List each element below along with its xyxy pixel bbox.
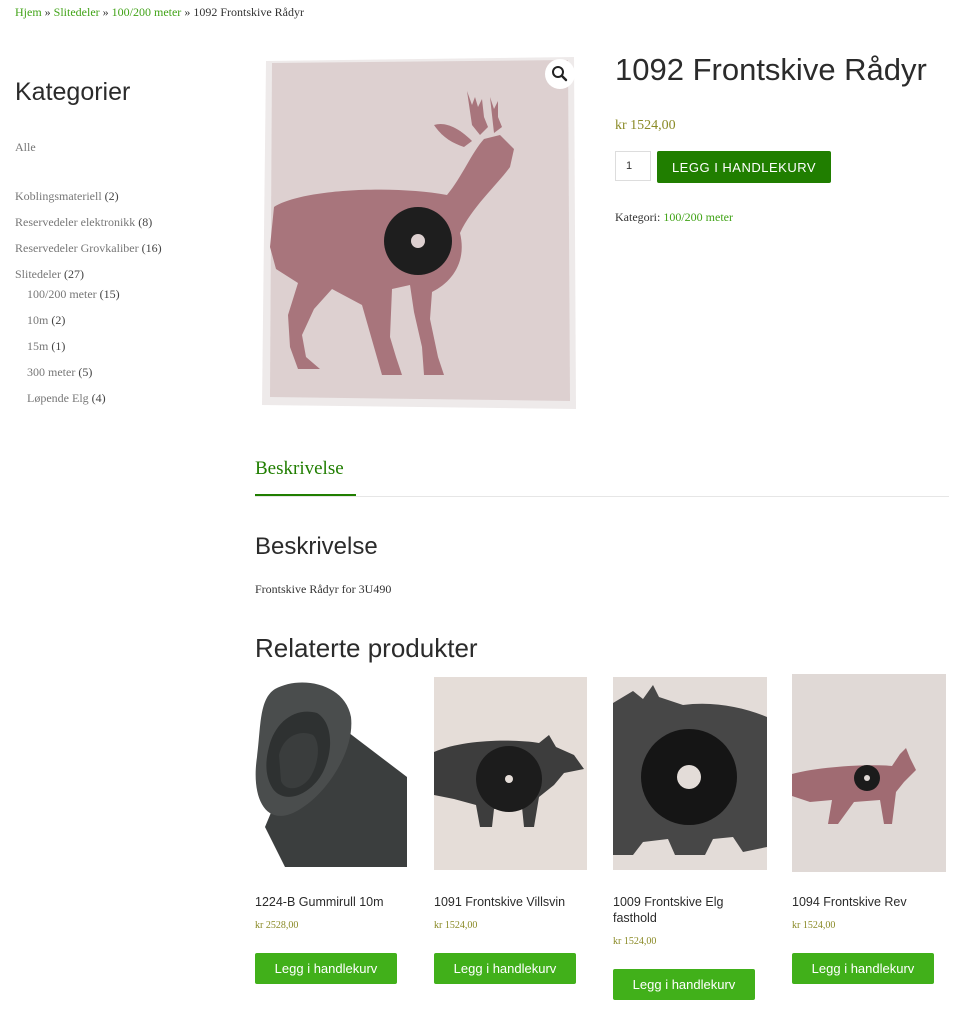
magnifier-icon bbox=[552, 66, 568, 82]
related-add-to-cart-button[interactable]: Legg i handlekurv bbox=[255, 953, 397, 984]
category-count: (1) bbox=[51, 339, 66, 353]
category-link[interactable]: Løpende Elg bbox=[27, 391, 89, 405]
related-add-to-cart-button[interactable]: Legg i handlekurv bbox=[613, 969, 755, 1000]
category-count: (2) bbox=[51, 313, 66, 327]
category-count: (15) bbox=[99, 287, 120, 301]
category-count: (8) bbox=[138, 215, 153, 229]
related-add-to-cart-button[interactable]: Legg i handlekurv bbox=[434, 953, 576, 984]
related-product-price: kr 1524,00 bbox=[792, 920, 836, 931]
category-item-reservedeler-grovkaliber[interactable]: Reservedeler Grovkaliber (16) bbox=[15, 240, 245, 266]
category-count: (2) bbox=[104, 189, 119, 203]
related-product-name[interactable]: 1224-B Gummirull 10m bbox=[255, 894, 384, 910]
related-product-price: kr 1524,00 bbox=[613, 936, 657, 947]
description-text: Frontskive Rådyr for 3U490 bbox=[255, 582, 392, 596]
description-heading: Beskrivelse bbox=[255, 533, 378, 560]
category-all-link[interactable]: Alle bbox=[15, 140, 36, 155]
category-item-100-200-meter[interactable]: 100/200 meter (15) bbox=[15, 286, 245, 312]
category-count: (5) bbox=[78, 365, 93, 379]
category-link[interactable]: Koblingsmateriell bbox=[15, 189, 102, 203]
category-meta-link[interactable]: 100/200 meter bbox=[663, 210, 733, 224]
category-item-reservedeler-elektronikk[interactable]: Reservedeler elektronikk (8) bbox=[15, 214, 245, 240]
breadcrumb-separator: » bbox=[184, 5, 191, 19]
category-item-lopende-elg[interactable]: Løpende Elg (4) bbox=[15, 390, 245, 416]
category-item-15m[interactable]: 15m (1) bbox=[15, 338, 245, 364]
category-link[interactable]: 10m bbox=[27, 313, 48, 327]
tabs-divider bbox=[255, 496, 949, 497]
zoom-button[interactable] bbox=[545, 59, 575, 89]
category-count: (4) bbox=[91, 391, 106, 405]
category-link[interactable]: 300 meter bbox=[27, 365, 75, 379]
product-image-roe-deer-target[interactable] bbox=[262, 57, 576, 409]
related-product-price: kr 1524,00 bbox=[434, 920, 478, 931]
product-thumb-rubber-roll[interactable] bbox=[255, 677, 407, 867]
breadcrumb-current: 1092 Frontskive Rådyr bbox=[193, 5, 304, 19]
related-product-price: kr 2528,00 bbox=[255, 920, 299, 931]
related-add-to-cart-button[interactable]: Legg i handlekurv bbox=[792, 953, 934, 984]
category-list: Koblingsmateriell (2) Reservedeler elekt… bbox=[15, 188, 245, 416]
category-link[interactable]: Reservedeler Grovkaliber bbox=[15, 241, 139, 255]
category-link[interactable]: 100/200 meter bbox=[27, 287, 97, 301]
breadcrumb-100-200-meter[interactable]: 100/200 meter bbox=[112, 5, 182, 19]
category-count: (27) bbox=[63, 267, 84, 281]
category-sidebar: Kategorier Alle Koblingsmateriell (2) Re… bbox=[15, 78, 235, 405]
category-item-10m[interactable]: 10m (2) bbox=[15, 312, 245, 338]
sidebar-title: Kategorier bbox=[15, 78, 131, 106]
category-link[interactable]: 15m bbox=[27, 339, 48, 353]
category-item-300-meter[interactable]: 300 meter (5) bbox=[15, 364, 245, 390]
breadcrumb-home[interactable]: Hjem bbox=[15, 5, 42, 19]
related-products-heading: Relaterte produkter bbox=[255, 633, 478, 663]
related-product-name[interactable]: 1009 Frontskive Elg fasthold bbox=[613, 894, 743, 926]
add-to-cart-button[interactable]: LEGG I HANDLEKURV bbox=[657, 151, 831, 183]
breadcrumb-slitedeler[interactable]: Slitedeler bbox=[54, 5, 100, 19]
related-product-name[interactable]: 1091 Frontskive Villsvin bbox=[434, 894, 565, 910]
product-title: 1092 Frontskive Rådyr bbox=[615, 52, 927, 87]
tab-beskrivelse[interactable]: Beskrivelse bbox=[255, 458, 344, 480]
category-meta-label: Kategori: bbox=[615, 210, 661, 224]
breadcrumb-separator: » bbox=[102, 5, 109, 19]
category-link[interactable]: Slitedeler bbox=[15, 267, 61, 281]
product-category-meta: Kategori: 100/200 meter bbox=[615, 210, 733, 225]
related-product-name[interactable]: 1094 Frontskive Rev bbox=[792, 894, 907, 910]
product-thumb-moose-target[interactable] bbox=[613, 677, 767, 870]
breadcrumb-separator: » bbox=[44, 5, 51, 19]
product-price: kr 1524,00 bbox=[615, 118, 676, 133]
quantity-input[interactable] bbox=[615, 151, 651, 181]
category-item-koblingsmateriell[interactable]: Koblingsmateriell (2) bbox=[15, 188, 245, 214]
breadcrumb: Hjem » Slitedeler » 100/200 meter » 1092… bbox=[15, 5, 304, 20]
category-item-slitedeler[interactable]: Slitedeler (27) bbox=[15, 266, 245, 286]
product-thumb-boar-target[interactable] bbox=[434, 677, 587, 870]
product-thumb-fox-target[interactable] bbox=[792, 674, 946, 872]
category-count: (16) bbox=[141, 241, 162, 255]
category-link[interactable]: Reservedeler elektronikk bbox=[15, 215, 135, 229]
